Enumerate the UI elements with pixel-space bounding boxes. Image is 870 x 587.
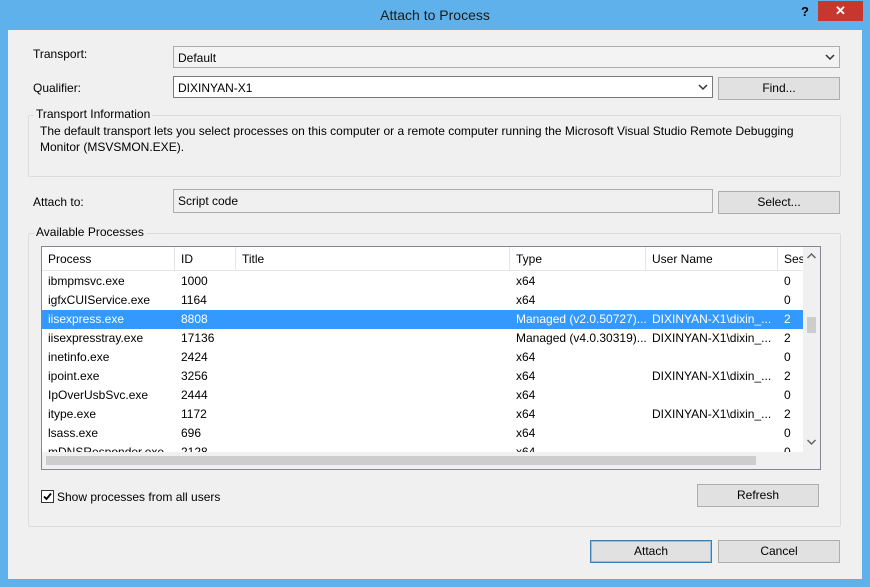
attach-to-field: Script code: [173, 189, 713, 213]
find-button[interactable]: Find...: [718, 77, 840, 100]
process-name-cell: ipoint.exe: [48, 369, 100, 383]
show-all-users-checkbox[interactable]: [41, 490, 54, 503]
refresh-button[interactable]: Refresh: [697, 484, 819, 507]
process-title-cell: [236, 386, 510, 405]
column-header-process[interactable]: Process: [42, 247, 175, 271]
scroll-down-icon[interactable]: [807, 439, 816, 445]
process-name-cell: IpOverUsbSvc.exe: [48, 388, 149, 402]
process-list[interactable]: Process ID Title Type User Name Ses ibmp…: [41, 246, 821, 470]
process-type-cell: x64: [516, 407, 536, 421]
process-type-cell: x64: [516, 369, 536, 383]
column-header-id[interactable]: ID: [175, 247, 236, 271]
process-id-cell: 1172: [181, 407, 207, 421]
transport-info-text: The default transport lets you select pr…: [40, 124, 794, 154]
chevron-down-icon: [825, 54, 835, 61]
process-user-cell: DIXINYAN-X1\dixin_...: [652, 369, 772, 383]
attach-to-label: Attach to:: [33, 195, 84, 209]
process-type-cell: x64: [516, 388, 536, 402]
vertical-scroll-thumb[interactable]: [807, 317, 816, 333]
process-id-cell: 2444: [181, 388, 208, 402]
transport-info-title: Transport Information: [34, 107, 153, 121]
process-user-cell: [646, 386, 778, 405]
process-title-cell: [236, 348, 510, 367]
table-row[interactable]: itype.exe 1172 x64 DIXINYAN-X1\dixin_...…: [42, 405, 812, 424]
checkmark-icon: [43, 492, 52, 501]
process-id-cell: 2424: [181, 350, 208, 364]
table-row[interactable]: igfxCUIService.exe 1164 x64 0: [42, 291, 812, 310]
show-all-users-label[interactable]: Show processes from all users: [57, 490, 220, 504]
column-header-user-name[interactable]: User Name: [646, 247, 778, 271]
table-row[interactable]: ibmpmsvc.exe 1000 x64 0: [42, 272, 812, 291]
column-header-title[interactable]: Title: [236, 247, 510, 271]
attach-to-value: Script code: [178, 194, 239, 208]
process-title-cell: [236, 424, 510, 443]
process-id-cell: 696: [181, 426, 202, 440]
column-header-type[interactable]: Type: [510, 247, 646, 271]
available-processes-title: Available Processes: [34, 225, 146, 239]
window-title: Attach to Process: [380, 7, 490, 23]
process-list-header: Process ID Title Type User Name Ses: [42, 247, 812, 271]
table-row[interactable]: IpOverUsbSvc.exe 2444 x64 0: [42, 386, 812, 405]
process-name-cell: igfxCUIService.exe: [48, 293, 151, 307]
help-button[interactable]: ?: [795, 2, 815, 22]
qualifier-combobox[interactable]: DIXINYAN-X1: [173, 76, 713, 98]
process-title-cell: [236, 329, 510, 348]
process-name-cell: lsass.exe: [48, 426, 99, 440]
process-id-cell: 3256: [181, 369, 208, 383]
table-row[interactable]: ipoint.exe 3256 x64 DIXINYAN-X1\dixin_..…: [42, 367, 812, 386]
process-id-cell: 1000: [181, 274, 208, 288]
process-name-cell: inetinfo.exe: [48, 350, 110, 364]
table-row-selected[interactable]: iisexpress.exe 8808 Managed (v2.0.50727)…: [42, 310, 812, 329]
table-row[interactable]: inetinfo.exe 2424 x64 0: [42, 348, 812, 367]
scrollbar-corner: [803, 452, 820, 469]
select-button[interactable]: Select...: [718, 191, 840, 214]
process-list-vertical-scrollbar[interactable]: [803, 247, 820, 452]
title-bar[interactable]: Attach to Process ? ✕: [0, 0, 870, 30]
process-name-cell: itype.exe: [48, 407, 97, 421]
transport-dropdown[interactable]: Default: [173, 46, 840, 68]
close-button[interactable]: ✕: [818, 1, 863, 21]
process-rows: ibmpmsvc.exe 1000 x64 0 igfxCUIService.e…: [42, 272, 812, 462]
process-user-cell: [646, 348, 778, 367]
process-type-cell: Managed (v2.0.50727)...: [516, 312, 646, 326]
process-title-cell: [236, 405, 510, 424]
chevron-down-icon: [698, 84, 708, 91]
process-list-horizontal-scrollbar[interactable]: [42, 452, 813, 469]
table-row[interactable]: lsass.exe 696 x64 0: [42, 424, 812, 443]
process-title-cell: [236, 367, 510, 386]
process-name-cell: iisexpress.exe: [48, 312, 125, 326]
qualifier-value: DIXINYAN-X1: [178, 81, 253, 95]
process-user-cell: DIXINYAN-X1\dixin_...: [652, 312, 772, 326]
process-type-cell: x64: [516, 426, 536, 440]
transport-label: Transport:: [33, 47, 88, 61]
process-type-cell: x64: [516, 274, 536, 288]
process-title-cell: [236, 310, 510, 329]
process-user-cell: [646, 272, 778, 291]
process-user-cell: DIXINYAN-X1\dixin_...: [652, 407, 772, 421]
process-type-cell: Managed (v4.0.30319)...: [516, 331, 646, 345]
process-user-cell: [646, 291, 778, 310]
attach-button[interactable]: Attach: [590, 540, 712, 563]
process-id-cell: 8808: [181, 312, 208, 326]
transport-value: Default: [178, 51, 217, 65]
process-name-cell: iisexpresstray.exe: [48, 331, 144, 345]
process-id-cell: 17136: [181, 331, 215, 345]
process-title-cell: [236, 272, 510, 291]
scroll-up-icon[interactable]: [807, 253, 816, 259]
process-type-cell: x64: [516, 293, 536, 307]
process-title-cell: [236, 291, 510, 310]
process-id-cell: 1164: [181, 293, 207, 307]
table-row[interactable]: iisexpresstray.exe 17136 Managed (v4.0.3…: [42, 329, 812, 348]
attach-to-process-window: Attach to Process ? ✕ Transport: Default…: [0, 0, 870, 587]
process-type-cell: x64: [516, 350, 536, 364]
horizontal-scroll-thumb[interactable]: [46, 456, 756, 465]
cancel-button[interactable]: Cancel: [718, 540, 840, 563]
process-user-cell: DIXINYAN-X1\dixin_...: [652, 331, 772, 345]
process-name-cell: ibmpmsvc.exe: [48, 274, 125, 288]
process-user-cell: [646, 424, 778, 443]
qualifier-label: Qualifier:: [33, 81, 82, 95]
